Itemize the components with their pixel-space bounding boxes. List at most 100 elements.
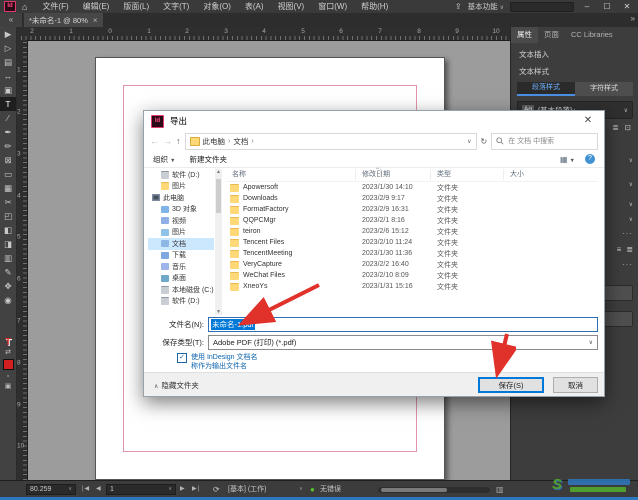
sidebar-item-3[interactable]: 3D 对象	[148, 204, 214, 216]
file-row[interactable]: XneoYs2023/1/31 15:16文件夹	[226, 281, 598, 292]
tab-cc-libraries[interactable]: CC Libraries	[565, 27, 619, 43]
previous-spread-icon[interactable]: ◀	[96, 484, 102, 495]
rectangle-tool[interactable]: ▭	[0, 167, 16, 181]
file-row[interactable]: teiron2023/2/6 15:12文件夹	[226, 226, 598, 237]
scrollbar-thumb[interactable]	[381, 488, 447, 492]
chevron-down-icon[interactable]: ∨	[296, 484, 303, 495]
redefine-style-icon[interactable]: ≣	[612, 123, 618, 132]
fill-text-indicator[interactable]: T	[0, 337, 16, 349]
view-options-button[interactable]: ▦▼	[560, 155, 575, 164]
vertical-ruler[interactable]: 1234567891011	[16, 40, 28, 480]
align-icons-partial[interactable]: ≡≣	[617, 245, 633, 254]
sidebar-item-10[interactable]: 本地磁盘 (C:)	[148, 284, 214, 296]
menu-item-6[interactable]: 视图(V)	[271, 1, 312, 12]
sidebar-item-8[interactable]: 音乐	[148, 261, 214, 273]
pages-icon[interactable]: ▥	[496, 485, 504, 494]
scroll-up-icon[interactable]: ▲	[215, 169, 222, 175]
sidebar-item-5[interactable]: 图片	[148, 227, 214, 239]
file-row[interactable]: Apowersoft2023/1/30 14:10文件夹	[226, 182, 598, 193]
tree-scrollbar[interactable]: ▲ ▼	[215, 169, 222, 315]
cancel-button[interactable]: 取消	[553, 377, 598, 393]
save-button[interactable]: 保存(S)	[478, 377, 544, 393]
zoom-tool[interactable]: ◉	[0, 293, 16, 307]
zoom-level-select[interactable]: 80.259∨	[26, 484, 76, 495]
sidebar-item-6[interactable]: 文档	[148, 238, 214, 250]
column-size[interactable]: 大小	[504, 169, 598, 180]
menu-item-5[interactable]: 表(A)	[238, 1, 271, 12]
sidebar-item-2[interactable]: 此电脑	[148, 192, 214, 204]
file-row[interactable]: Downloads2023/2/9 9:17文件夹	[226, 193, 598, 204]
sidebar-item-9[interactable]: 桌面	[148, 273, 214, 285]
column-date[interactable]: 修改日期	[356, 169, 431, 180]
note-tool[interactable]: ▥	[0, 251, 16, 265]
menu-item-4[interactable]: 对象(O)	[196, 1, 238, 12]
hide-folders-button[interactable]: ∧隐藏文件夹	[154, 380, 199, 391]
menu-item-8[interactable]: 帮助(H)	[354, 1, 395, 12]
menu-item-1[interactable]: 编辑(E)	[76, 1, 117, 12]
screen-mode-icon[interactable]: ▣	[0, 382, 16, 392]
up-icon[interactable]: ↑	[176, 136, 181, 146]
use-docname-checkbox-row[interactable]: ✓ 使用 InDesign 文档名 称作为输出文件名	[177, 353, 258, 371]
checkbox-checked-icon[interactable]: ✓	[177, 353, 187, 363]
forward-icon[interactable]: →	[163, 136, 172, 146]
first-spread-icon[interactable]: |◀	[82, 484, 90, 495]
horizontal-ruler[interactable]: 21012345678910	[16, 27, 510, 41]
tab-properties[interactable]: 属性	[511, 27, 538, 43]
column-name[interactable]: 名称	[226, 169, 356, 180]
content-collector-tool[interactable]: ▣	[0, 83, 16, 97]
tab-close-icon[interactable]: ×	[93, 16, 98, 25]
refresh-icon[interactable]: ↻	[481, 137, 488, 146]
sidebar-item-7[interactable]: 下载	[148, 250, 214, 262]
dialog-launcher-icon[interactable]: ⊡	[625, 123, 631, 132]
chevron-down-icon[interactable]: ∨	[467, 138, 471, 145]
line-tool[interactable]: ∕	[0, 111, 16, 125]
dialog-close-button[interactable]: ✕	[572, 111, 604, 131]
direct-selection-tool[interactable]: ▷	[0, 41, 16, 55]
breadcrumb[interactable]: 此电脑 › 文档 › ∨	[185, 133, 477, 150]
page-tool[interactable]: ▤	[0, 55, 16, 69]
type-tool[interactable]: T	[0, 97, 16, 111]
menu-item-3[interactable]: 文字(T)	[156, 1, 196, 12]
window-close-button[interactable]: ✕	[620, 2, 634, 11]
quick-search-input[interactable]	[510, 2, 574, 12]
polygon-tool[interactable]: ▦	[0, 181, 16, 195]
tab-character-styles[interactable]: 字符样式	[575, 82, 633, 96]
new-folder-button[interactable]: 新建文件夹	[189, 154, 227, 165]
apply-formatting-icon[interactable]: ▫	[0, 372, 16, 382]
column-type[interactable]: 类型	[431, 169, 504, 180]
sidebar-item-11[interactable]: 软件 (D:)	[148, 296, 214, 308]
swap-fill-stroke-icon[interactable]: ⇄	[0, 349, 16, 357]
gradient-feather-tool[interactable]: ◨	[0, 237, 16, 251]
back-icon[interactable]: ←	[150, 136, 159, 146]
rotate-spread-icon[interactable]: ⟳	[213, 484, 220, 495]
scissors-tool[interactable]: ✂	[0, 195, 16, 209]
fill-color-swatch[interactable]	[3, 359, 14, 370]
file-row[interactable]: Tencent Files2023/2/10 11:24文件夹	[226, 237, 598, 248]
filetype-select[interactable]: Adobe PDF (打印) (*.pdf) ∨	[208, 335, 598, 350]
sidebar-item-0[interactable]: 软件 (D:)	[148, 169, 214, 181]
dialog-title-bar[interactable]: Id 导出 ✕	[144, 111, 604, 131]
page-number-input[interactable]: 1∨	[106, 484, 176, 495]
pen-tool[interactable]: ✒	[0, 125, 16, 139]
next-spread-icon[interactable]: ▶	[180, 484, 186, 495]
gradient-swatch-tool[interactable]: ◧	[0, 223, 16, 237]
selection-tool[interactable]: ▶	[0, 27, 16, 41]
sidebar-item-1[interactable]: 图片	[148, 181, 214, 193]
breadcrumb-folder[interactable]: 文档	[233, 136, 248, 147]
eyedropper-tool[interactable]: ✎	[0, 265, 16, 279]
horizontal-scrollbar[interactable]	[378, 487, 490, 493]
frame-tool[interactable]: ⊠	[0, 153, 16, 167]
collapse-dock-icon[interactable]: «	[0, 13, 22, 27]
organize-button[interactable]: 组织▼	[153, 154, 175, 165]
file-row[interactable]: VeryCapture2023/2/2 16:40文件夹	[226, 259, 598, 270]
hand-tool[interactable]: ✥	[0, 279, 16, 293]
file-row[interactable]: QQPCMgr2023/2/1 8:16文件夹	[226, 215, 598, 226]
sidebar-item-4[interactable]: 视频	[148, 215, 214, 227]
document-tab[interactable]: *未命名-1 @ 80% ×	[24, 13, 103, 27]
menu-item-2[interactable]: 版面(L)	[116, 1, 156, 12]
collapse-panels-icon[interactable]: »	[631, 14, 635, 23]
tab-paragraph-styles[interactable]: 段落样式	[517, 82, 575, 96]
filename-input[interactable]: 未命名-1.pdf	[208, 317, 598, 332]
scrollbar-thumb[interactable]	[216, 179, 221, 213]
pencil-tool[interactable]: ✏	[0, 139, 16, 153]
